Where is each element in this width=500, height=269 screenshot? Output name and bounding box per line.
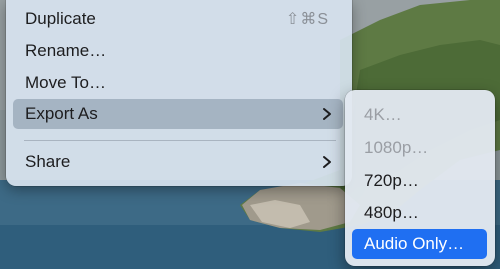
export-submenu: 4K… 1080p… 720p… 480p… Audio Only…: [345, 90, 495, 266]
submenu-item-audio-only[interactable]: Audio Only…: [352, 229, 487, 259]
menu-item-label: Rename…: [25, 41, 107, 60]
menu-item-label: Duplicate: [25, 9, 96, 28]
menu-item-rename[interactable]: Rename…: [13, 36, 343, 66]
submenu-item-label: Audio Only…: [364, 234, 465, 253]
chevron-right-icon: [323, 108, 331, 120]
submenu-item-label: 4K…: [364, 105, 402, 124]
chevron-right-icon: [323, 156, 331, 168]
menu-item-label: Share: [25, 152, 71, 171]
submenu-item-720p[interactable]: 720p…: [352, 166, 487, 196]
shortcut-label: ⇧⌘S: [285, 11, 329, 28]
context-menu: Duplicate ⇧⌘S Rename… Move To… Export As…: [6, 0, 352, 186]
menu-item-duplicate[interactable]: Duplicate ⇧⌘S: [13, 4, 343, 34]
menu-item-move-to[interactable]: Move To…: [13, 68, 343, 98]
menu-separator: [24, 140, 336, 141]
submenu-item-label: 1080p…: [364, 138, 429, 157]
submenu-item-480p[interactable]: 480p…: [352, 198, 487, 228]
menu-item-label: Export As: [25, 104, 98, 123]
submenu-item-4k: 4K…: [352, 100, 487, 130]
menu-item-share[interactable]: Share: [13, 147, 343, 177]
menu-item-export-as[interactable]: Export As: [13, 99, 343, 129]
menu-item-label: Move To…: [25, 73, 106, 92]
submenu-item-1080p: 1080p…: [352, 133, 487, 163]
submenu-item-label: 720p…: [364, 171, 419, 190]
submenu-item-label: 480p…: [364, 203, 419, 222]
